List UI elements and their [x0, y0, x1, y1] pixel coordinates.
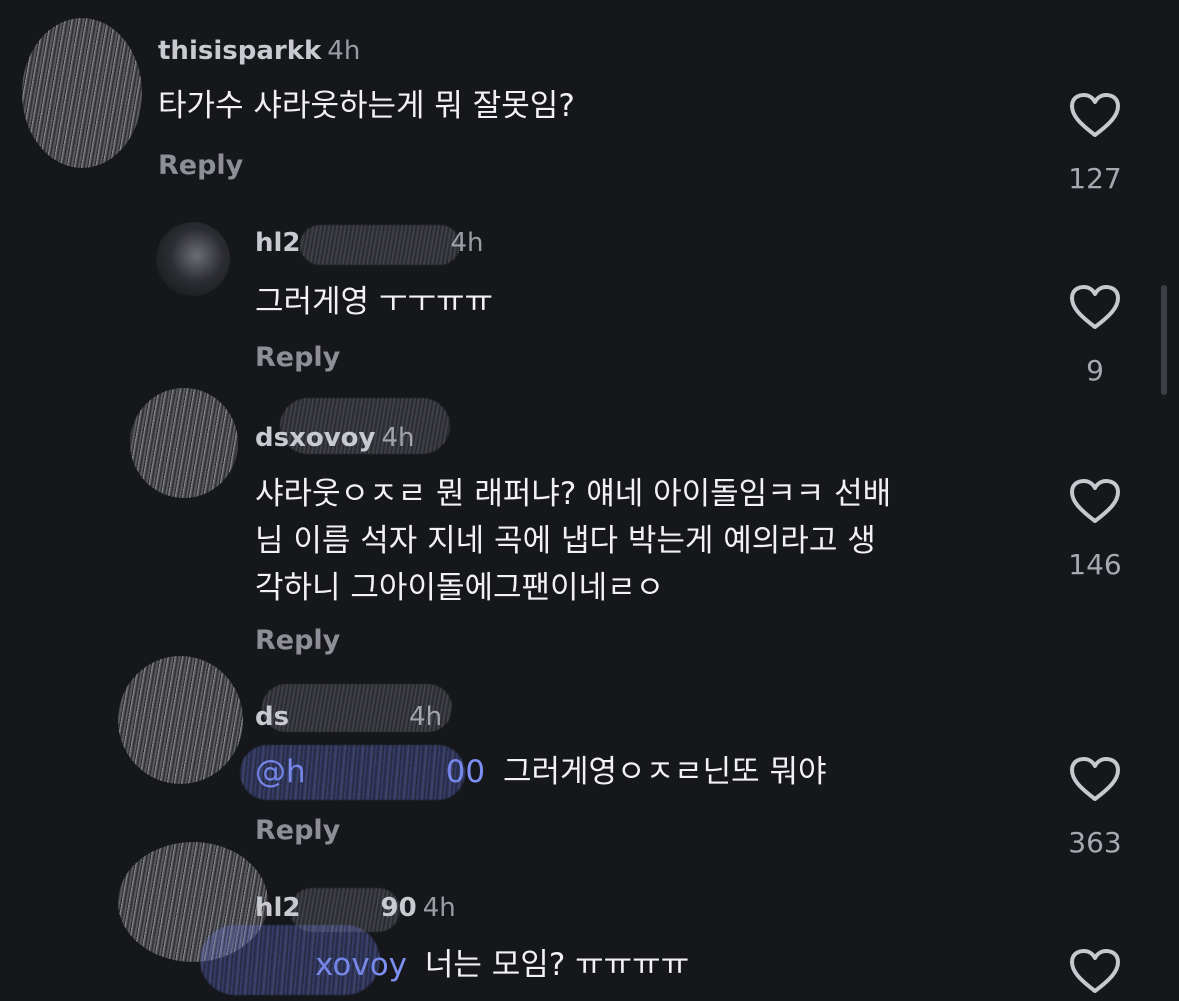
avatar[interactable]	[118, 656, 243, 784]
heart-outline-icon[interactable]	[1069, 92, 1121, 138]
avatar[interactable]	[156, 222, 230, 296]
username-text: thisisparkk	[158, 36, 322, 66]
like-count: 127	[1068, 162, 1122, 195]
comment-text: 타가수 샤라웃하는게 뭐 잘못임?	[158, 88, 575, 124]
avatar[interactable]	[22, 18, 142, 168]
reply-button[interactable]: Reply	[158, 150, 243, 181]
scrollbar[interactable]	[1161, 285, 1167, 395]
comments-screen: thisisparkk 4h 타가수 샤라웃하는게 뭐 잘못임? Reply 12…	[0, 0, 1179, 1001]
comment-text: 그러게영 ㅜㅜㅠㅠ	[255, 284, 494, 320]
like-count: 363	[1068, 826, 1122, 859]
redaction-scribble	[280, 398, 450, 454]
redaction-scribble	[300, 225, 460, 265]
comment-text-line: 각하니 그아이돌에그팬이네ㄹㅇ	[255, 570, 665, 606]
redaction-scribble	[200, 925, 380, 995]
comment-text-line: 님 이름 석자 지네 곡에 냅다 박는게 예의라고 생	[255, 523, 876, 559]
heart-outline-icon[interactable]	[1069, 478, 1121, 524]
comment-text-content: 너는 모임? ㅠㅠㅠㅠ	[424, 947, 690, 983]
comment-time: 4h	[422, 893, 456, 923]
reply-button[interactable]: Reply	[255, 625, 340, 656]
heart-outline-icon[interactable]	[1069, 948, 1121, 994]
comment-username[interactable]: thisisparkk 4h	[158, 36, 360, 66]
comment-text-line: 샤라웃ㅇㅈㄹ 뭔 래퍼냐? 얘네 아이돌임ㅋㅋ 선배	[255, 476, 892, 512]
redaction-scribble	[262, 684, 452, 732]
comment-time: 4h	[327, 36, 361, 66]
comment-text-content: 그러게영ㅇㅈㄹ닌또 뭐야	[502, 754, 827, 790]
heart-outline-icon[interactable]	[1069, 284, 1121, 330]
redaction-scribble	[240, 745, 465, 800]
like-count: 146	[1068, 548, 1122, 581]
reply-button[interactable]: Reply	[255, 342, 340, 373]
reply-button[interactable]: Reply	[255, 815, 340, 846]
like-count: 9	[1086, 354, 1104, 387]
heart-outline-icon[interactable]	[1069, 756, 1121, 802]
comment-text: 샤라웃ㅇㅈㄹ 뭔 래퍼냐? 얘네 아이돌임ㅋㅋ 선배 님 이름 석자 지네 곡에…	[255, 471, 1045, 612]
avatar[interactable]	[130, 388, 238, 498]
username-text: hl2	[255, 228, 301, 258]
